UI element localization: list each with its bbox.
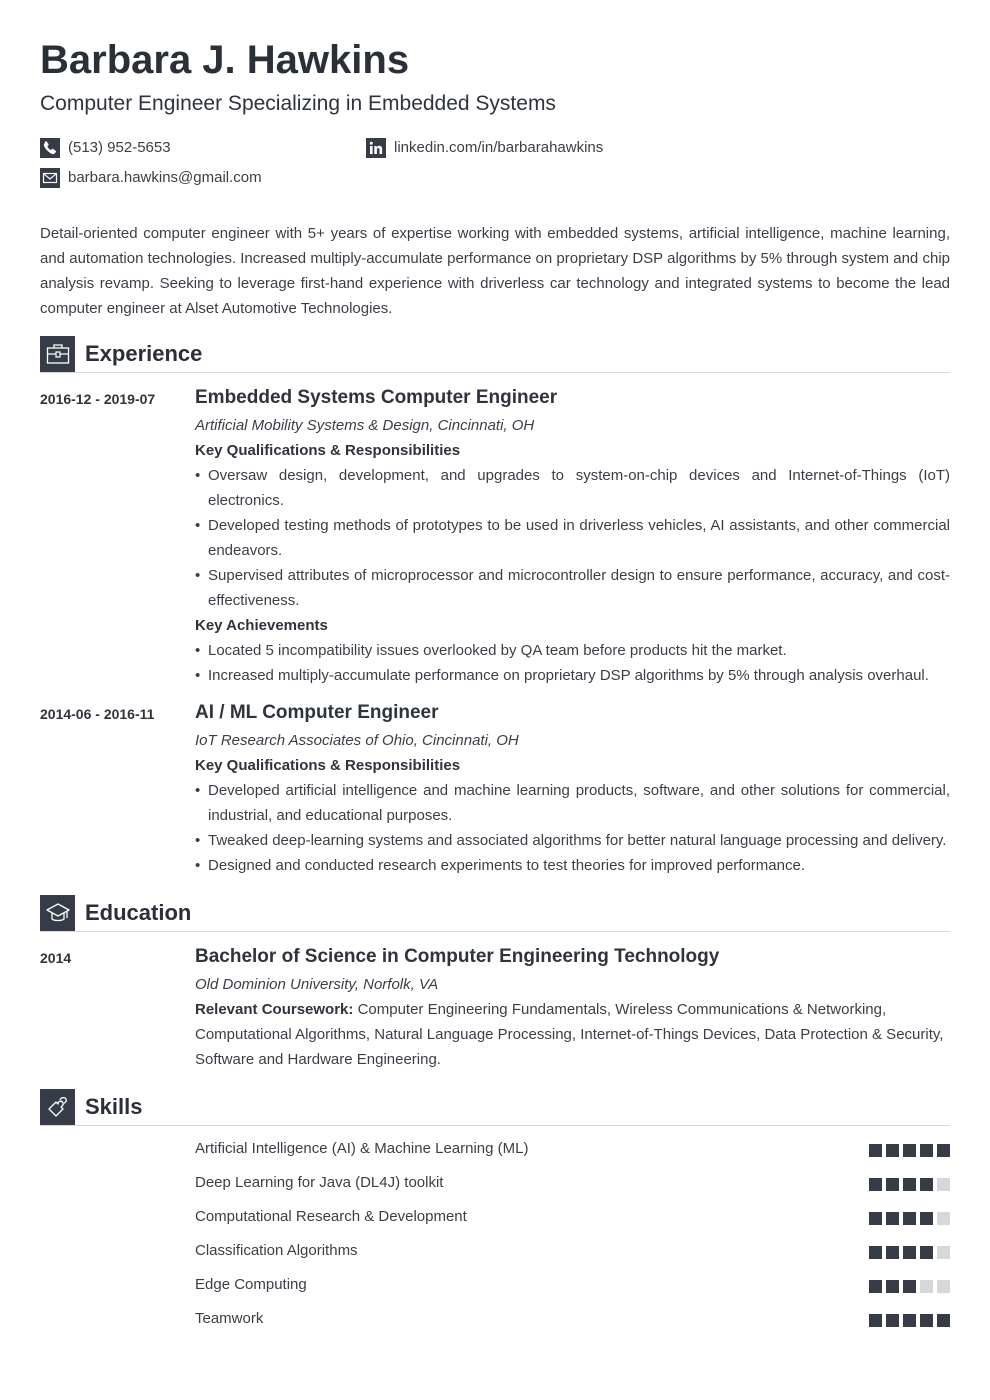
skill-row: Teamwork bbox=[195, 1309, 950, 1329]
skill-row: Computational Research & Development bbox=[195, 1207, 950, 1227]
skill-name: Classification Algorithms bbox=[195, 1242, 358, 1259]
rating-square-filled bbox=[886, 1144, 899, 1157]
linkedin-url[interactable]: linkedin.com/in/barbarahawkins bbox=[394, 138, 603, 158]
rating-square-filled bbox=[903, 1144, 916, 1157]
contact-phone: (513) 952-5653 bbox=[40, 138, 171, 158]
rating-square-filled bbox=[920, 1212, 933, 1225]
skill-rating bbox=[869, 1246, 950, 1259]
skill-name: Computational Research & Development bbox=[195, 1208, 467, 1225]
education-section-header: Education bbox=[40, 895, 950, 932]
rating-square-filled bbox=[869, 1280, 882, 1293]
graduation-year: 2014 bbox=[40, 950, 72, 966]
email-icon bbox=[40, 168, 60, 188]
rating-square-empty bbox=[937, 1246, 950, 1259]
rating-square-filled bbox=[886, 1178, 899, 1191]
school-name: Old Dominion University, Norfolk, VA bbox=[195, 976, 439, 993]
qualification-item: Oversaw design, development, and upgrade… bbox=[195, 463, 950, 513]
achievements-list: Located 5 incompatibility issues overloo… bbox=[195, 638, 950, 688]
skill-row: Deep Learning for Java (DL4J) toolkit bbox=[195, 1173, 950, 1193]
skill-rating bbox=[869, 1280, 950, 1293]
rating-square-filled bbox=[903, 1246, 916, 1259]
education-title: Education bbox=[85, 900, 192, 925]
rating-square-filled bbox=[920, 1144, 933, 1157]
skill-rating bbox=[869, 1144, 950, 1157]
qualification-item: Developed testing methods of prototypes … bbox=[195, 513, 950, 563]
rating-square-empty bbox=[937, 1212, 950, 1225]
qualification-item: Developed artificial intelligence and ma… bbox=[195, 778, 950, 828]
briefcase-icon bbox=[40, 336, 75, 372]
job-dates: 2014-06 - 2016-11 bbox=[40, 706, 155, 722]
achievements-heading: Key Achievements bbox=[195, 617, 328, 634]
qualifications-heading: Key Qualifications & Responsibilities bbox=[195, 442, 461, 459]
job-dates: 2016-12 - 2019-07 bbox=[40, 391, 156, 407]
achievement-item: Increased multiply-accumulate performanc… bbox=[195, 663, 950, 688]
skills-title: Skills bbox=[85, 1094, 143, 1119]
skill-name: Teamwork bbox=[195, 1310, 264, 1327]
puzzle-piece-icon bbox=[40, 1089, 75, 1125]
phone-number[interactable]: (513) 952-5653 bbox=[68, 138, 171, 158]
phone-icon bbox=[40, 138, 60, 158]
skill-row: Artificial Intelligence (AI) & Machine L… bbox=[195, 1139, 950, 1159]
job-company: Artificial Mobility Systems & Design, Ci… bbox=[195, 417, 535, 434]
rating-square-filled bbox=[903, 1314, 916, 1327]
skill-name: Artificial Intelligence (AI) & Machine L… bbox=[195, 1140, 529, 1157]
qualification-item: Tweaked deep-learning systems and associ… bbox=[195, 828, 950, 853]
rating-square-filled bbox=[886, 1246, 899, 1259]
candidate-headline: Computer Engineer Specializing in Embedd… bbox=[40, 92, 556, 115]
rating-square-filled bbox=[869, 1178, 882, 1191]
qualifications-heading: Key Qualifications & Responsibilities bbox=[195, 757, 461, 774]
job-title: AI / ML Computer Engineer bbox=[195, 702, 439, 723]
experience-section-header: Experience bbox=[40, 336, 950, 373]
rating-square-filled bbox=[903, 1212, 916, 1225]
coursework-label: Relevant Coursework: bbox=[195, 1001, 354, 1018]
achievement-item: Located 5 incompatibility issues overloo… bbox=[195, 638, 950, 663]
skill-name: Deep Learning for Java (DL4J) toolkit bbox=[195, 1174, 444, 1191]
rating-square-filled bbox=[937, 1314, 950, 1327]
rating-square-filled bbox=[920, 1314, 933, 1327]
rating-square-filled bbox=[869, 1144, 882, 1157]
candidate-name: Barbara J. Hawkins bbox=[40, 38, 410, 82]
rating-square-filled bbox=[903, 1280, 916, 1293]
coursework: Relevant Coursework: Computer Engineerin… bbox=[195, 997, 950, 1072]
job-title: Embedded Systems Computer Engineer bbox=[195, 387, 558, 408]
rating-square-filled bbox=[869, 1246, 882, 1259]
degree-title: Bachelor of Science in Computer Engineer… bbox=[195, 946, 720, 967]
skill-row: Classification Algorithms bbox=[195, 1241, 950, 1261]
qualifications-list: Developed artificial intelligence and ma… bbox=[195, 778, 950, 878]
skill-row: Edge Computing bbox=[195, 1275, 950, 1295]
rating-square-filled bbox=[937, 1144, 950, 1157]
skill-rating bbox=[869, 1314, 950, 1327]
rating-square-filled bbox=[869, 1212, 882, 1225]
rating-square-filled bbox=[920, 1246, 933, 1259]
qualifications-list: Oversaw design, development, and upgrade… bbox=[195, 463, 950, 613]
email-address[interactable]: barbara.hawkins@gmail.com bbox=[68, 168, 262, 188]
linkedin-icon bbox=[366, 138, 386, 158]
skill-name: Edge Computing bbox=[195, 1276, 307, 1293]
rating-square-filled bbox=[886, 1314, 899, 1327]
profile-summary: Detail-oriented computer engineer with 5… bbox=[40, 225, 950, 317]
rating-square-empty bbox=[937, 1280, 950, 1293]
skill-rating bbox=[869, 1178, 950, 1191]
experience-title: Experience bbox=[85, 341, 203, 366]
rating-square-filled bbox=[903, 1178, 916, 1191]
qualification-item: Supervised attributes of microprocessor … bbox=[195, 563, 950, 613]
rating-square-filled bbox=[886, 1212, 899, 1225]
job-company: IoT Research Associates of Ohio, Cincinn… bbox=[195, 732, 519, 749]
rating-square-empty bbox=[937, 1178, 950, 1191]
qualification-item: Designed and conducted research experime… bbox=[195, 853, 950, 878]
skills-section-header: Skills bbox=[40, 1089, 950, 1126]
contact-linkedin: linkedin.com/in/barbarahawkins bbox=[366, 138, 603, 158]
rating-square-filled bbox=[920, 1178, 933, 1191]
rating-square-empty bbox=[920, 1280, 933, 1293]
rating-square-filled bbox=[886, 1280, 899, 1293]
rating-square-filled bbox=[869, 1314, 882, 1327]
skill-rating bbox=[869, 1212, 950, 1225]
graduation-cap-icon bbox=[40, 895, 75, 931]
contact-email: barbara.hawkins@gmail.com bbox=[40, 168, 262, 188]
